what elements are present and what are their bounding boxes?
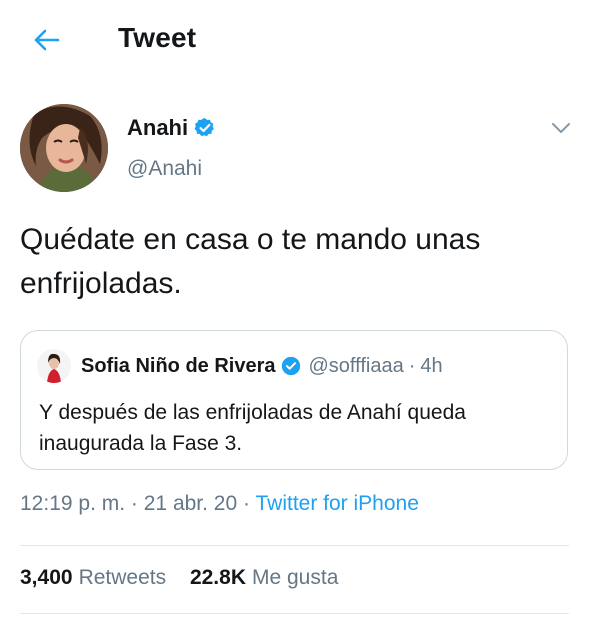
divider bbox=[20, 545, 569, 546]
verified-badge-icon bbox=[281, 356, 301, 376]
profile-photo bbox=[37, 349, 71, 383]
likes-stat[interactable]: 22.8K Me gusta bbox=[190, 566, 338, 590]
quoted-tweet[interactable]: Sofia Niño de Rivera @sofffiaaa · 4h Y d… bbox=[20, 330, 568, 470]
quoted-author-handle: @sofffiaaa bbox=[308, 354, 404, 377]
page-title: Tweet bbox=[118, 22, 197, 53]
retweets-label: Retweets bbox=[78, 566, 167, 589]
retweets-count: 3,400 bbox=[20, 566, 73, 589]
quoted-tweet-text: Y después de las enfrijoladas de Anahí q… bbox=[39, 401, 466, 455]
quoted-separator: · bbox=[408, 354, 416, 377]
tweet-source-link[interactable]: Twitter for iPhone bbox=[255, 492, 418, 515]
tweet-stats: 3,400 Retweets 22.8K Me gusta bbox=[20, 566, 338, 590]
likes-count: 22.8K bbox=[189, 566, 246, 589]
author-name-row[interactable]: Anahi bbox=[127, 115, 216, 141]
arrow-left-icon bbox=[34, 29, 60, 51]
author-avatar[interactable] bbox=[20, 104, 108, 192]
author-handle[interactable]: @Anahi bbox=[127, 157, 202, 181]
tweet-text: Quédate en casa o te mando unas enfrijol… bbox=[20, 223, 481, 300]
verified-badge-icon bbox=[194, 117, 216, 139]
author-name[interactable]: Anahi bbox=[127, 115, 188, 141]
divider bbox=[20, 613, 569, 614]
retweets-stat[interactable]: 3,400 Retweets bbox=[20, 566, 166, 590]
meta-separator: · bbox=[243, 492, 251, 515]
quoted-tweet-header: Sofia Niño de Rivera @sofffiaaa · 4h bbox=[37, 349, 443, 383]
quoted-timestamp: 4h bbox=[420, 354, 443, 377]
tweet-metadata: 12:19 p. m. · 21 abr. 20 · Twitter for i… bbox=[20, 492, 419, 516]
meta-separator: · bbox=[130, 492, 138, 515]
likes-label: Me gusta bbox=[252, 566, 339, 589]
tweet-time: 12:19 p. m. bbox=[20, 492, 126, 515]
chevron-down-icon bbox=[552, 123, 570, 133]
quoted-author-name: Sofia Niño de Rivera bbox=[81, 354, 276, 377]
tweet-date: 21 abr. 20 bbox=[143, 492, 238, 515]
tweet-menu-button[interactable] bbox=[549, 118, 573, 138]
profile-photo bbox=[20, 104, 108, 192]
top-bar: Tweet bbox=[0, 0, 589, 82]
quoted-author-avatar bbox=[37, 349, 71, 383]
back-button[interactable] bbox=[28, 24, 64, 56]
